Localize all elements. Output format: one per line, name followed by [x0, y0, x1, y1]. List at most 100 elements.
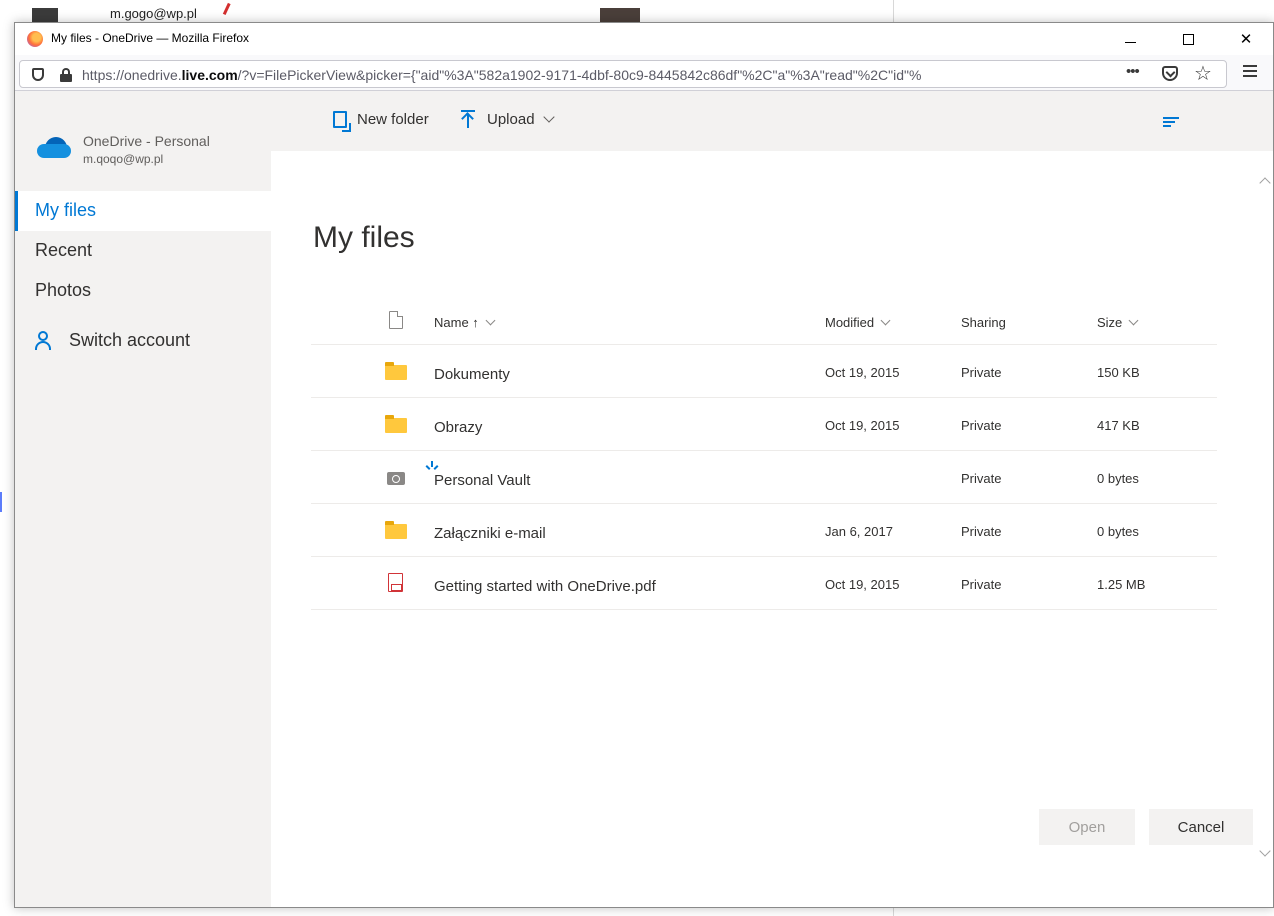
table-row[interactable]: Personal Vault Private 0 bytes [311, 451, 1217, 504]
switch-account-label: Switch account [69, 330, 191, 350]
maximize-icon [1182, 33, 1194, 45]
sort-line [1163, 117, 1179, 119]
file-sharing: Private [961, 471, 1002, 486]
page-title: My files [313, 221, 415, 254]
minimize-button[interactable] [1107, 25, 1153, 53]
chevron-down-icon [485, 315, 496, 325]
menu-line [1243, 75, 1257, 77]
file-size: 0 bytes [1097, 471, 1139, 486]
sidebar-item-recent[interactable]: Recent [15, 231, 271, 271]
person-body [35, 341, 51, 350]
close-button[interactable]: ✕ [1223, 25, 1269, 53]
title-bar: My files - OneDrive — Mozilla Firefox ✕ [15, 23, 1273, 55]
folder-icon [385, 415, 407, 433]
firefox-window: My files - OneDrive — Mozilla Firefox ✕ … [14, 22, 1274, 908]
file-name[interactable]: Obrazy [434, 419, 482, 436]
file-size: 0 bytes [1097, 524, 1139, 539]
folder-icon [385, 521, 407, 539]
command-bar: New folder Upload [271, 91, 1273, 151]
table-row[interactable]: Getting started with OneDrive.pdf Oct 19… [311, 557, 1217, 610]
person-icon [35, 331, 51, 350]
url-prefix: https://onedrive. [82, 67, 182, 83]
menu-icon[interactable] [1243, 65, 1257, 77]
sidebar: OneDrive - Personal m.qoqo@wp.pl My file… [15, 91, 271, 907]
page-actions-more-icon[interactable]: ••• [1126, 63, 1140, 80]
sidebar-item-label: Recent [35, 240, 93, 260]
file-sharing: Private [961, 418, 1002, 433]
file-name[interactable]: Personal Vault [434, 472, 530, 489]
column-name-label: Name ↑ [434, 315, 479, 330]
sidebar-item-label: Photos [35, 280, 92, 300]
menu-line [1243, 65, 1257, 67]
file-sharing: Private [961, 524, 1002, 539]
scroll-up-icon[interactable] [1259, 177, 1271, 189]
menu-line [1243, 70, 1257, 72]
file-size: 417 KB [1097, 418, 1140, 433]
column-name[interactable]: Name ↑ [434, 315, 496, 330]
cloud-shape [37, 144, 71, 158]
account-name: OneDrive - Personal [83, 133, 210, 149]
view-options-icon[interactable] [1163, 117, 1179, 127]
new-folder-icon [333, 110, 351, 132]
vault-icon [387, 472, 405, 485]
file-size: 1.25 MB [1097, 577, 1146, 592]
switch-account-button[interactable]: Switch account [15, 321, 271, 361]
column-modified[interactable]: Modified [825, 315, 891, 330]
sidebar-item-my-files[interactable]: My files [15, 191, 271, 231]
account-info: OneDrive - Personal m.qoqo@wp.pl [15, 125, 271, 185]
person-head [38, 331, 48, 341]
column-size-label: Size [1097, 315, 1123, 330]
column-sharing[interactable]: Sharing [961, 315, 1006, 330]
file-name[interactable]: Dokumenty [434, 366, 510, 383]
url-text[interactable]: https://onedrive.live.com/?v=FilePickerV… [82, 67, 1112, 85]
maximize-button[interactable] [1165, 25, 1211, 53]
sidebar-item-label: My files [35, 200, 97, 220]
file-sharing: Private [961, 577, 1002, 592]
file-type-icon[interactable] [389, 311, 403, 329]
main-pane: New folder Upload My files Name ↑ Modifi… [271, 91, 1273, 907]
sort-line [1163, 125, 1171, 127]
star-icon[interactable]: ☆ [1194, 61, 1212, 86]
file-list: Name ↑ Modified Sharing Size Dokumenty O… [311, 301, 1217, 610]
chevron-down-icon [880, 315, 891, 325]
onedrive-cloud-icon [37, 137, 71, 159]
background-thumbnail [32, 8, 58, 22]
account-email: m.qoqo@wp.pl [83, 152, 164, 166]
close-icon: ✕ [1239, 31, 1253, 48]
file-modified: Oct 19, 2015 [825, 365, 900, 380]
upload-button[interactable]: Upload [461, 107, 555, 131]
new-folder-button[interactable]: New folder [333, 107, 429, 132]
cancel-button[interactable]: Cancel [1149, 809, 1253, 845]
navigation-toolbar: https://onedrive.live.com/?v=FilePickerV… [15, 55, 1273, 91]
lock-body [60, 74, 72, 82]
background-email: m.gogo@wp.pl [110, 6, 197, 21]
scroll-down-icon[interactable] [1259, 845, 1271, 857]
url-domain: live.com [181, 67, 238, 83]
table-row[interactable]: Dokumenty Oct 19, 2015 Private 150 KB [311, 345, 1217, 398]
onedrive-picker: OneDrive - Personal m.qoqo@wp.pl My file… [15, 91, 1273, 907]
new-badge-icon [425, 461, 439, 471]
file-modified: Oct 19, 2015 [825, 418, 900, 433]
file-name[interactable]: Getting started with OneDrive.pdf [434, 578, 656, 595]
firefox-logo-icon [27, 31, 43, 47]
table-row[interactable]: Obrazy Oct 19, 2015 Private 417 KB [311, 398, 1217, 451]
url-path: /?v=FilePickerView&picker={"aid"%3A"582a… [237, 67, 922, 83]
lock-icon[interactable] [60, 68, 72, 82]
file-name[interactable]: Załączniki e-mail [434, 525, 546, 542]
column-size[interactable]: Size [1097, 315, 1139, 330]
pocket-icon[interactable] [1162, 66, 1178, 81]
new-folder-label: New folder [357, 110, 429, 128]
background-thumbnail [600, 8, 640, 22]
open-button[interactable]: Open [1039, 809, 1135, 845]
table-row[interactable]: Załączniki e-mail Jan 6, 2017 Private 0 … [311, 504, 1217, 557]
file-sharing: Private [961, 365, 1002, 380]
pdf-icon [388, 573, 403, 592]
minimize-icon [1124, 41, 1136, 43]
background-edge-icon [0, 492, 6, 512]
shield-icon[interactable] [32, 68, 44, 81]
file-list-header: Name ↑ Modified Sharing Size [311, 301, 1217, 345]
url-bar[interactable]: https://onedrive.live.com/?v=FilePickerV… [19, 60, 1227, 88]
file-size: 150 KB [1097, 365, 1140, 380]
sidebar-item-photos[interactable]: Photos [15, 271, 271, 311]
column-modified-label: Modified [825, 315, 875, 330]
